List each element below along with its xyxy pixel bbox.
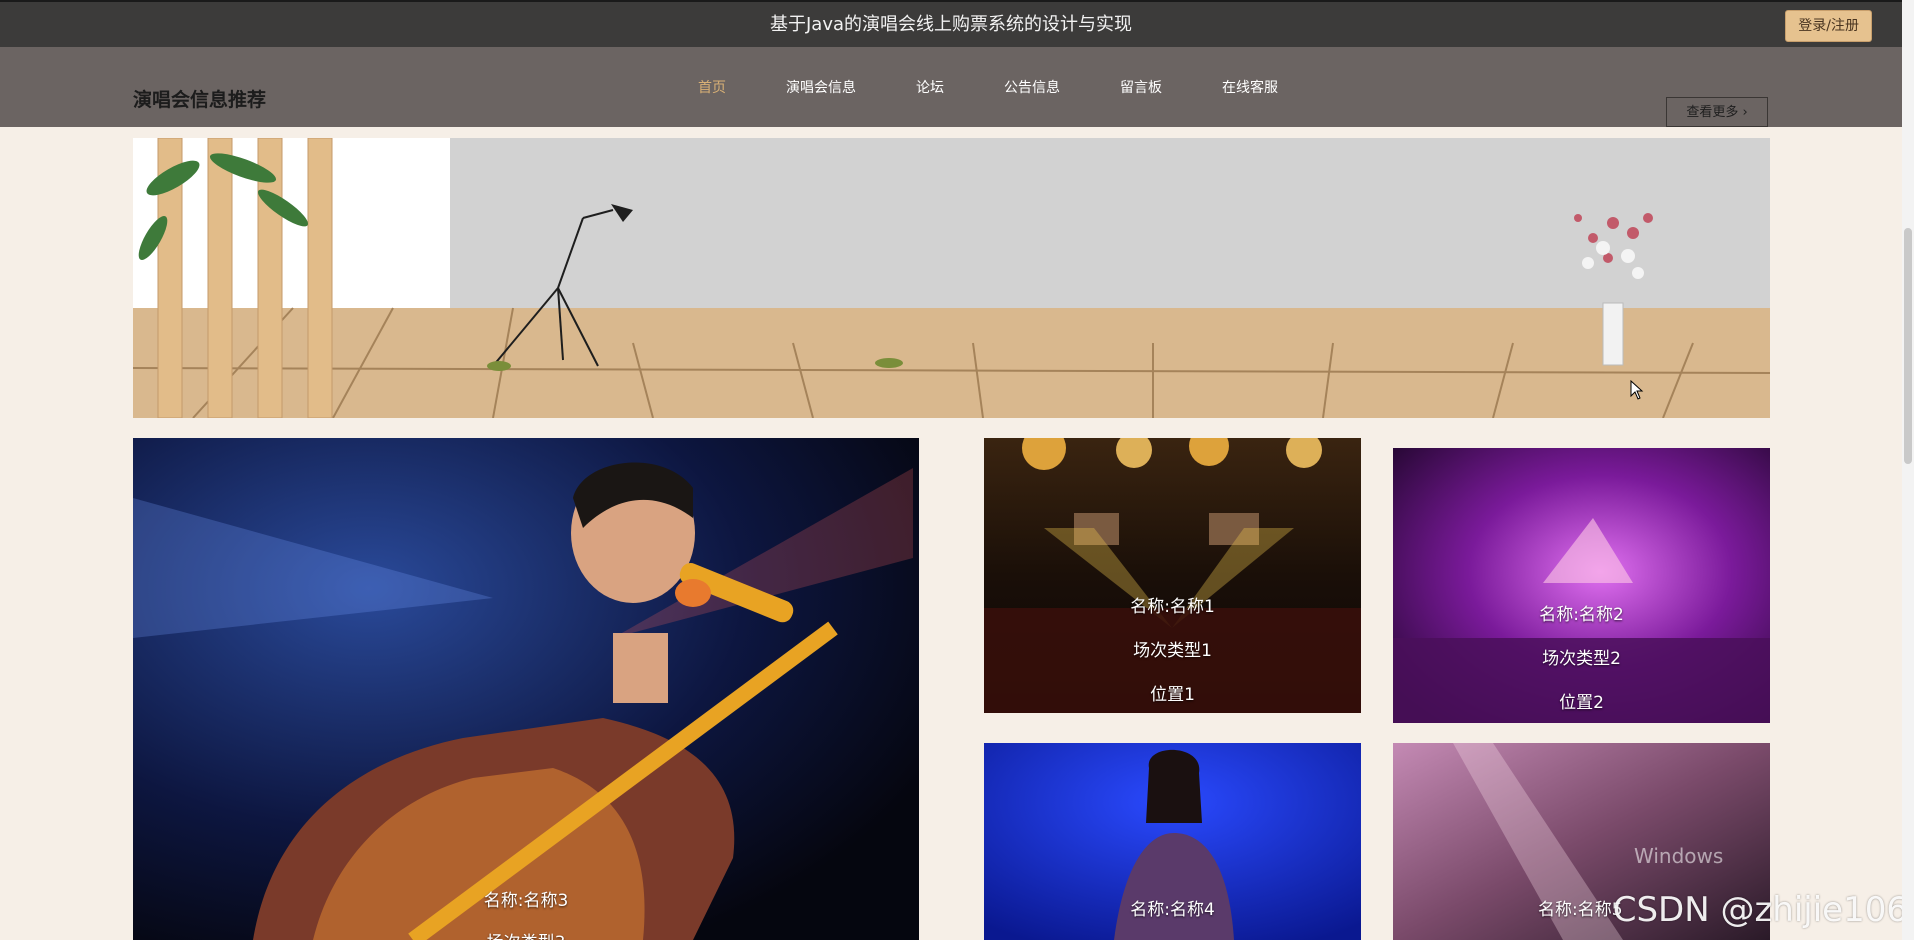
concert-photo-2 — [1393, 448, 1770, 723]
card-name: 名称:名称3 — [483, 891, 569, 911]
nav-item-home[interactable]: 首页 — [668, 77, 756, 97]
card-type: 场次类型2 — [1542, 649, 1621, 669]
top-title-bar: 基于Java的演唱会线上购票系统的设计与实现 登录/注册 — [0, 0, 1902, 47]
windows-activation-text: Windows — [1634, 844, 1724, 868]
csdn-watermark: CSDN @zhijie106 — [1612, 890, 1908, 930]
nav-item-forum[interactable]: 论坛 — [886, 77, 974, 97]
hero-banner — [133, 138, 1770, 418]
card-type: 场次类型1 — [1133, 641, 1212, 661]
nav-item-concert-info[interactable]: 演唱会信息 — [756, 77, 886, 97]
main-nav: 首页 演唱会信息 论坛 公告信息 留言板 在线客服 — [668, 77, 1308, 97]
nav-bar: 演唱会信息推荐 首页 演唱会信息 论坛 公告信息 留言板 在线客服 查看更多 › — [0, 47, 1902, 127]
concert-photo-large — [133, 438, 919, 940]
page-scrollbar[interactable] — [1902, 0, 1914, 940]
view-more-label: 查看更多 — [1686, 105, 1739, 120]
concert-card-1[interactable]: 名称:名称1 场次类型1 位置1 — [984, 438, 1361, 713]
chevron-right-icon: › — [1742, 105, 1748, 120]
scrollbar-thumb[interactable] — [1904, 228, 1912, 464]
banner-image — [133, 138, 1770, 418]
view-more-button[interactable]: 查看更多 › — [1666, 97, 1768, 127]
nav-item-online-service[interactable]: 在线客服 — [1192, 77, 1308, 97]
concert-photo-1 — [984, 438, 1361, 713]
card-type: 场次类型3 — [133, 928, 919, 940]
card-name: 名称:名称4 — [1130, 900, 1215, 920]
card-name: 名称:名称1 — [1130, 597, 1215, 617]
mouse-cursor-icon — [1630, 380, 1644, 400]
concert-card-4[interactable]: 名称:名称4 — [984, 743, 1361, 940]
site-title: 基于Java的演唱会线上购票系统的设计与实现 — [769, 14, 1133, 35]
login-register-button[interactable]: 登录/注册 — [1785, 10, 1872, 42]
nav-item-message-board[interactable]: 留言板 — [1090, 77, 1192, 97]
concert-card-large[interactable]: 名称:名称3 场次类型3 — [133, 438, 919, 940]
section-title: 演唱会信息推荐 — [133, 89, 267, 111]
card-location: 位置2 — [1559, 693, 1604, 713]
concert-card-2[interactable]: 名称:名称2 场次类型2 位置2 — [1393, 448, 1770, 723]
card-name: 名称:名称2 — [1539, 605, 1624, 625]
card-location: 位置1 — [1150, 685, 1195, 705]
nav-item-announcements[interactable]: 公告信息 — [974, 77, 1090, 97]
